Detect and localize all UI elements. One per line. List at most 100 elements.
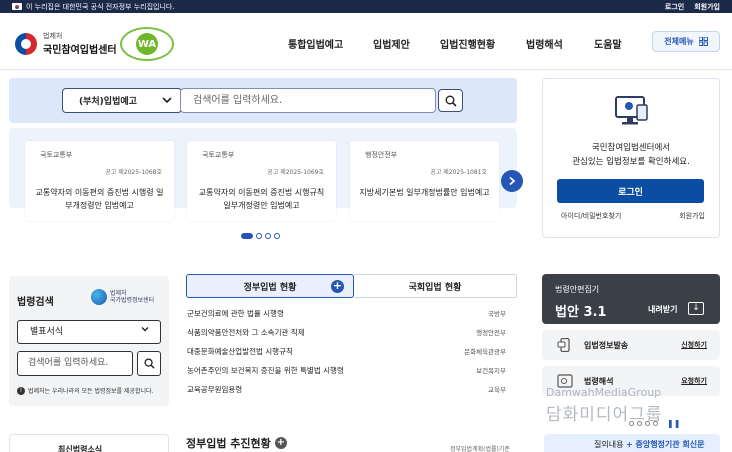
login-panel: 국민참여입법센터에서 관심있는 입법정보를 확인하세요. 로그인 아이디/비밀번… <box>542 78 720 238</box>
nav-proposal[interactable]: 입법제안 <box>373 36 410 51</box>
all-menu-label: 전체메뉴 <box>664 37 694 46</box>
grid-icon <box>698 37 708 46</box>
join-link[interactable]: 회원가입 <box>679 211 705 221</box>
find-account-link[interactable]: 아이디/비밀번호찾기 <box>561 211 621 221</box>
carousel-next-button[interactable] <box>501 170 523 192</box>
law-editor-download: 법령안편집기 법안 3.1 내려받기 ↓ <box>542 274 720 324</box>
search-input[interactable]: 검색어를 입력하세요. <box>180 88 436 113</box>
law-editor-download-label[interactable]: 내려받기 <box>648 304 677 315</box>
login-message-line1: 국민참여입법센터에서 <box>591 143 671 153</box>
law-search-input[interactable]: 검색어를 입력하세요. <box>17 351 133 376</box>
carousel-dot-active[interactable] <box>241 233 253 239</box>
bill-title: 교육공무원임용령 <box>187 385 243 394</box>
site-logo[interactable]: 법제처 국민참여입법센터 <box>15 31 117 56</box>
moleg-logo-icon <box>15 32 37 55</box>
bill-title: 농어촌주민의 보건복지 증진을 위한 특별법 시행령 <box>187 366 344 375</box>
law-search-note: ! 법제처는 우리나라의 모든 법령정보를 제공합니다. <box>17 386 153 395</box>
notice-number: 공고 제2025-1068호 <box>105 169 162 176</box>
law-info-center-logo[interactable]: 법제처 국가법령정보센터 <box>91 289 154 305</box>
notice-title: 지방세기본법 일부개정법률안 입법예고 <box>359 188 490 197</box>
law-search-title: 법령검색 <box>17 297 54 308</box>
watermark-line2: 담화미디어그룹 <box>546 405 663 425</box>
carousel-dot[interactable] <box>274 233 280 239</box>
law-type-select[interactable]: 별표서식 <box>17 320 161 344</box>
notice-dept: 국토교통부 <box>202 151 235 159</box>
law-editor-title: 법령안편집기 <box>555 285 600 294</box>
nav-progress[interactable]: 입법진행현황 <box>440 36 495 51</box>
wa-mark-text: WA <box>136 33 158 55</box>
monitor-document-icon <box>615 96 648 125</box>
nav-interpretation[interactable]: 법령해석 <box>526 36 563 51</box>
bill-dept: 교육부 <box>488 386 506 394</box>
notice-card[interactable]: 국토교통부 공고 제2025-1068호 교통약자의 이동편의 증진법 시행령 … <box>25 141 174 221</box>
nav-help[interactable]: 도움말 <box>594 36 622 51</box>
bill-title: 군보건의료에 관한 법률 시행령 <box>187 309 284 318</box>
latest-law-title: 최신법령소식 <box>58 445 103 452</box>
nav-integrated-notice[interactable]: 통합입법예고 <box>288 36 343 51</box>
tab-gov-label: 정부입법 현황 <box>243 282 297 293</box>
web-accessibility-mark-icon: WA <box>120 27 174 61</box>
qa-banner-text: 질의내용 + 중앙행정기관 회신문 <box>594 439 705 450</box>
gov-banner: 이 누리집은 대한민국 공식 전자정부 누리집입니다. 로그인 회원가입 <box>0 0 732 13</box>
korea-flag-icon <box>12 3 22 10</box>
carousel-dot[interactable] <box>265 233 271 239</box>
watermark: DamwahMediaGroup 담화미디어그룹 <box>546 386 662 425</box>
top-login-link[interactable]: 로그인 <box>665 2 684 12</box>
plus-icon[interactable]: + <box>331 280 344 293</box>
bill-dept: 국방부 <box>488 310 506 318</box>
login-message-line2: 관심있는 입법정보를 확인하세요. <box>572 157 690 167</box>
notice-card[interactable]: 행정안전부 공고 제2025-1081호 지방세기본법 일부개정법률안 입법예고 <box>350 141 499 221</box>
chevron-right-icon <box>509 176 516 186</box>
notice-carousel: 국토교통부 공고 제2025-1068호 교통약자의 이동편의 증진법 시행령 … <box>9 128 517 221</box>
progress-section-title: 정부입법 추진현황 + <box>186 435 287 451</box>
tab-assembly-label: 국회입법 현황 <box>408 282 462 293</box>
request-link[interactable]: 요청하기 <box>681 376 707 386</box>
main-search-panel: (부처)입법예고 검색어를 입력하세요. <box>9 78 517 123</box>
law-search-panel: 법령검색 법제처 국가법령정보센터 별표서식 검색어를 입력하세요. ! 법제처… <box>9 276 169 406</box>
side-item-label: 입법정보발송 <box>584 341 629 350</box>
apply-link[interactable]: 신청하기 <box>681 340 707 350</box>
law-search-button[interactable] <box>137 351 161 376</box>
tab-assembly-legislation[interactable]: 국회입법 현황 <box>354 274 517 298</box>
info-icon: ! <box>17 386 25 395</box>
phone-message-icon <box>557 338 570 352</box>
list-item[interactable]: 군보건의료에 관한 법률 시행령 국방부 <box>186 308 506 320</box>
download-icon[interactable]: ↓ <box>688 302 704 315</box>
bill-dept: 보건복지부 <box>476 367 506 375</box>
search-icon <box>445 95 457 107</box>
site-header: 법제처 국민참여입법센터 WA 통합입법예고 입법제안 입법진행현황 법령해석 … <box>0 13 732 70</box>
all-menu-button[interactable]: 전체메뉴 <box>652 31 720 52</box>
qa-banner[interactable]: 질의내용 + 중앙행정기관 회신문 <box>544 434 720 452</box>
login-message: 국민참여입법센터에서 관심있는 입법정보를 확인하세요. <box>543 141 719 169</box>
logo-site-name: 국민참여입법센터 <box>43 45 117 56</box>
progress-section-label: 정부입법 추진현황 <box>186 437 271 450</box>
plus-icon[interactable]: + <box>274 437 287 449</box>
law-editor-version: 법안 3.1 <box>555 305 607 320</box>
chevron-down-icon <box>161 94 173 109</box>
search-category-select[interactable]: (부처)입법예고 <box>62 88 182 113</box>
notice-card[interactable]: 국토교통부 공고 제2025-1069호 교통약자의 이동편의 증진법 시행규칙… <box>187 141 336 221</box>
gov-banner-text: 이 누리집은 대한민국 공식 전자정부 누리집입니다. <box>26 2 175 11</box>
list-item[interactable]: 식품의약품안전처와 그 소속기관 직제 행정안전부 <box>186 327 506 339</box>
list-item[interactable]: 농어촌주민의 보건복지 증진을 위한 특별법 시행령 보건복지부 <box>186 365 506 377</box>
law-search-note-text: 법제처는 우리나라의 모든 법령정보를 제공합니다. <box>28 388 154 395</box>
latest-law-news[interactable]: 최신법령소식 <box>9 434 169 452</box>
list-item[interactable]: 교육공무원임용령 교육부 <box>186 384 506 396</box>
progress-section-link[interactable]: 정부입법계획(법률)기준 <box>450 444 510 452</box>
carousel-dot[interactable] <box>256 233 262 239</box>
watermark-line1: DamwahMediaGroup <box>546 386 662 399</box>
notice-title: 교통약자의 이동편의 증진법 시행령 일부개정령안 입법예고 <box>35 188 164 210</box>
top-signup-link[interactable]: 회원가입 <box>694 2 720 12</box>
legislation-tabs: 정부입법 현황 + 국회입법 현황 <box>186 274 517 298</box>
list-item[interactable]: 대중문화예술산업발전법 시행규칙 문화체육관광부 <box>186 346 506 358</box>
law-info-brand-line2: 국가법령정보센터 <box>110 297 155 304</box>
law-info-center-icon <box>91 289 107 305</box>
pause-icon[interactable]: ❚❚ <box>667 419 680 428</box>
notice-number: 공고 제2025-1081호 <box>430 169 487 176</box>
login-button[interactable]: 로그인 <box>557 179 704 203</box>
side-item-legislation-mail: 입법정보발송 신청하기 <box>542 330 720 360</box>
notice-dept: 행정안전부 <box>365 151 398 159</box>
tab-gov-legislation[interactable]: 정부입법 현황 + <box>186 274 354 298</box>
search-button[interactable] <box>438 89 463 112</box>
qa-prefix: 질의내용 <box>594 440 626 449</box>
